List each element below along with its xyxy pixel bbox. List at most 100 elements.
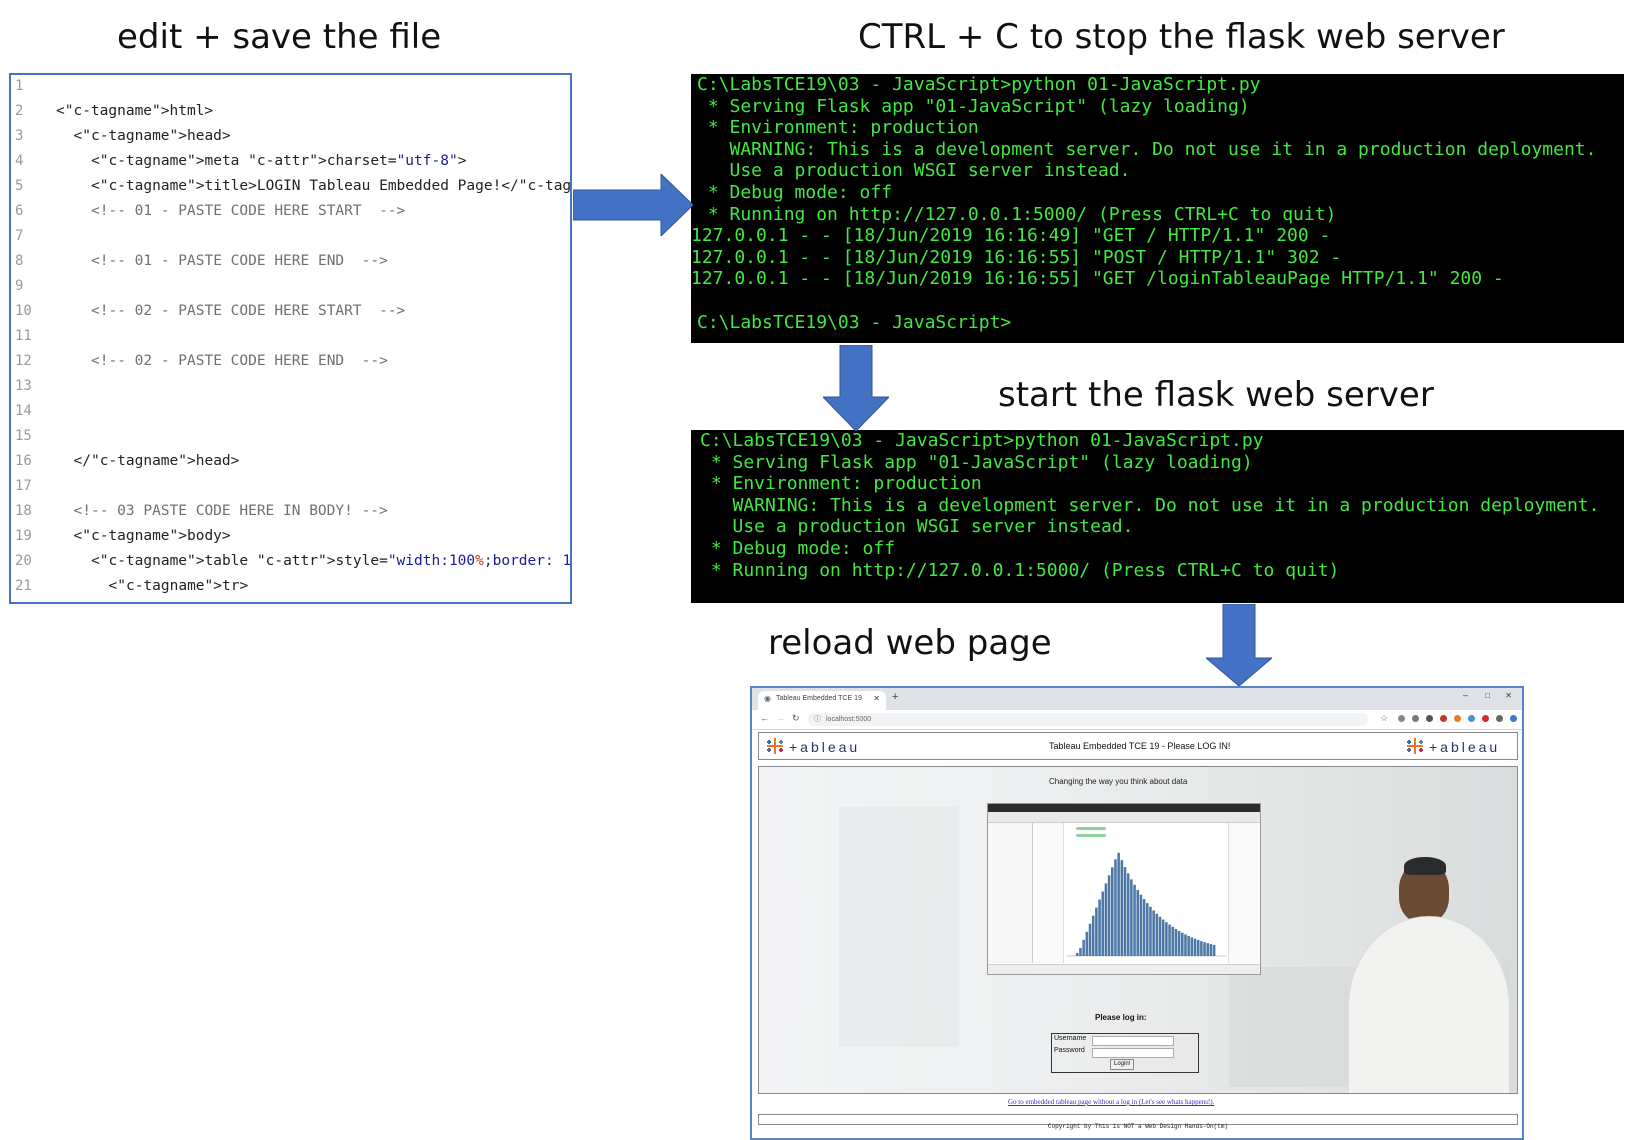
histogram-bar	[1088, 923, 1092, 956]
terminal-line: * Environment: production	[697, 117, 979, 139]
code-text: <!-- 02 - PASTE CODE HERE START -->	[91, 303, 406, 319]
password-field[interactable]	[1092, 1048, 1174, 1058]
histogram-bar	[1123, 867, 1127, 956]
code-line[interactable]: 11	[11, 324, 570, 349]
terminal-line: * Serving Flask app "01-JavaScript" (laz…	[697, 95, 1250, 117]
terminal-line: * Running on http://127.0.0.1:5000/ (Pre…	[700, 559, 1340, 581]
code-line[interactable]: 15	[11, 424, 570, 449]
line-number: 20	[15, 553, 32, 569]
login-heading: Please log in:	[1095, 1013, 1147, 1022]
terminal-stop-server: C:\LabsTCE19\03 - JavaScript>python 01-J…	[691, 74, 1624, 343]
terminal-line: C:\LabsTCE19\03 - JavaScript>	[697, 311, 1012, 333]
reload-icon[interactable]: ↻	[792, 713, 800, 724]
line-number: 9	[15, 278, 24, 294]
browser-tab[interactable]: ◉ Tableau Embedded TCE 19 ✕	[758, 691, 886, 710]
code-line[interactable]: 9	[11, 274, 570, 299]
line-number: 2	[15, 103, 24, 119]
histogram-bar	[1184, 934, 1187, 956]
histogram-bar	[1117, 852, 1120, 956]
terminal-line: C:\LabsTCE19\03 - JavaScript>python 01-J…	[697, 74, 1261, 95]
bookmark-star-icon[interactable]: ☆	[1380, 713, 1388, 724]
line-number: 19	[15, 528, 32, 544]
login-button[interactable]: Login!	[1110, 1059, 1135, 1070]
histogram-bar	[1158, 916, 1162, 956]
line-number: 14	[15, 403, 32, 419]
histogram-bar	[1104, 883, 1108, 956]
histogram-bar	[1082, 939, 1085, 956]
terminal-line: 127.0.0.1 - - [18/Jun/2019 16:16:55] "PO…	[691, 246, 1342, 268]
line-number: 12	[15, 353, 32, 369]
close-icon[interactable]: ✕	[873, 694, 880, 703]
tab-title: Tableau Embedded TCE 19	[776, 695, 862, 702]
histogram-bar	[1101, 891, 1105, 956]
footer-link[interactable]: Go to embedded tableau page without a lo…	[1008, 1098, 1214, 1106]
code-text: <"c-tagname">meta "c-attr">charset="utf-…	[91, 153, 467, 169]
histogram-bar	[1193, 938, 1197, 956]
code-line[interactable]: 12 <!-- 02 - PASTE CODE HERE END -->	[11, 349, 570, 374]
histogram-bar	[1098, 899, 1101, 956]
histogram-bar	[1133, 884, 1136, 956]
histogram-bar	[1136, 889, 1140, 956]
minimize-icon[interactable]: –	[1463, 690, 1468, 700]
code-line[interactable]: 3 <"c-tagname">head>	[11, 124, 570, 149]
heading-stop-server: CTRL + C to stop the flask web server	[858, 17, 1505, 57]
code-line[interactable]: 8 <!-- 01 - PASTE CODE HERE END -->	[11, 249, 570, 274]
line-number: 7	[15, 228, 24, 244]
code-line[interactable]: 4 <"c-tagname">meta "c-attr">charset="utf…	[11, 149, 570, 174]
histogram-bar	[1181, 932, 1184, 956]
username-field[interactable]	[1092, 1036, 1174, 1046]
code-line[interactable]: 7	[11, 224, 570, 249]
forward-icon[interactable]: →	[776, 713, 785, 723]
histogram-bar	[1152, 910, 1155, 956]
histogram-bar	[1139, 894, 1143, 956]
code-line[interactable]: 17	[11, 474, 570, 499]
globe-icon: ◉	[764, 694, 771, 703]
arrow-down-icon	[1206, 604, 1272, 686]
code-line[interactable]: 14	[11, 399, 570, 424]
copyright-text: Copyright by This is NOT a Web Design Ha…	[1047, 1123, 1229, 1130]
code-line[interactable]: 19 <"c-tagname">body>	[11, 524, 570, 549]
login-form: Username Password Login!	[1051, 1033, 1199, 1073]
code-line[interactable]: 21 <"c-tagname">tr>	[11, 574, 570, 599]
code-line[interactable]: 5 <"c-tagname">title>LOGIN Tableau Embedd…	[11, 174, 570, 199]
terminal-line: * Environment: production	[700, 473, 982, 495]
username-label: Username	[1054, 1035, 1087, 1042]
code-line[interactable]: 10 <!-- 02 - PASTE CODE HERE START -->	[11, 299, 570, 324]
terminal-line: Use a production WSGI server instead.	[700, 516, 1134, 538]
line-number: 17	[15, 478, 32, 494]
code-line[interactable]: 6 <!-- 01 - PASTE CODE HERE START -->	[11, 199, 570, 224]
copyright-bar: Copyright by This is NOT a Web Design Ha…	[758, 1114, 1518, 1130]
back-icon[interactable]: ←	[760, 713, 769, 723]
histogram-bar	[1200, 941, 1203, 956]
histogram-bar	[1196, 939, 1200, 956]
code-text: <!-- 03 PASTE CODE HERE IN BODY! -->	[73, 503, 388, 519]
site-header-title: Tableau Embedded TCE 19 - Please LOG IN!	[1049, 741, 1231, 751]
histogram-bar	[1190, 937, 1194, 956]
heading-reload: reload web page	[768, 623, 1052, 663]
line-number: 4	[15, 153, 24, 169]
code-text: <!-- 01 - PASTE CODE HERE END -->	[91, 253, 388, 269]
terminal-line: * Debug mode: off	[700, 538, 896, 559]
histogram-bar	[1212, 944, 1216, 956]
code-text: <"c-tagname">body>	[73, 528, 231, 544]
maximize-icon[interactable]: □	[1485, 691, 1490, 700]
browser-tab-bar: ◉ Tableau Embedded TCE 19 ✕ + – □ ✕	[752, 688, 1522, 710]
histogram-bar	[1079, 947, 1082, 956]
histogram-bar	[1177, 930, 1181, 956]
histogram-bar	[1095, 907, 1098, 956]
code-editor-panel[interactable]: 1 2 <"c-tagname">html> 3 <"c-tagname">head> 4…	[9, 73, 572, 604]
code-line[interactable]: 18 <!-- 03 PASTE CODE HERE IN BODY! -->	[11, 499, 570, 524]
arrow-down-icon	[823, 345, 889, 431]
histogram-bar	[1146, 903, 1149, 956]
histogram-bar	[1174, 928, 1178, 956]
code-line[interactable]: 13	[11, 374, 570, 399]
new-tab-icon[interactable]: +	[892, 691, 898, 703]
tableau-logo-icon	[1407, 738, 1423, 754]
code-line[interactable]: 1	[11, 75, 570, 99]
address-bar[interactable]: ⓘ localhost:5000	[808, 713, 1368, 726]
line-number: 13	[15, 378, 32, 394]
code-line[interactable]: 16 </"c-tagname">head>	[11, 449, 570, 474]
code-line[interactable]: 2 <"c-tagname">html>	[11, 99, 570, 124]
code-line[interactable]: 20 <"c-tagname">table "c-attr">style="wid…	[11, 549, 570, 574]
close-window-icon[interactable]: ✕	[1505, 691, 1512, 700]
